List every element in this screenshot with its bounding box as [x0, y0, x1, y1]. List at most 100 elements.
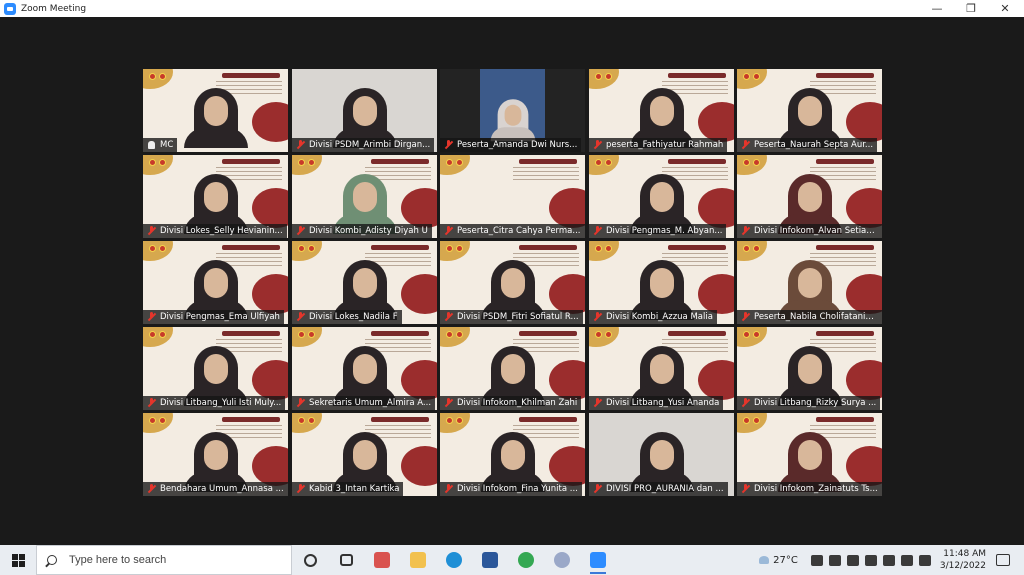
participant-image: [629, 428, 694, 492]
participant-name: MC: [160, 140, 174, 150]
close-button[interactable]: ✕: [988, 0, 1022, 17]
participant-tile[interactable]: Divisi Infokom_Fina Yunita ...: [440, 413, 585, 496]
participant-name: Divisi Lokes_Nadila F: [309, 312, 398, 322]
network-icon[interactable]: [882, 554, 895, 566]
participant-name-label: Divisi Infokom_Khilman Zahi: [440, 396, 582, 410]
weather-temperature: 27°C: [773, 554, 798, 566]
participant-name-label: Divisi Kombi_Adisty Diyah U: [292, 224, 432, 238]
taskbar-search-input[interactable]: [69, 554, 269, 566]
maximize-button[interactable]: ❐: [954, 0, 988, 17]
participant-tile[interactable]: peserta_Fathiyatur Rahmah: [589, 69, 734, 152]
zoom-taskbar-button[interactable]: [580, 545, 616, 575]
r-app-icon: [554, 552, 570, 568]
participant-tile[interactable]: Divisi Pengmas_M. Abyan...: [589, 155, 734, 238]
participant-name: Divisi PSDM_Fitri Sofiatul R...: [457, 312, 579, 322]
gallery-view: MC Divisi PSDM_Arimbi Dirgan... Peserta_Am…: [0, 17, 1024, 545]
system-tray: 27°C 11:48 AM 3/12/2022: [759, 545, 1024, 575]
participant-name: DIVISI PRO_AURANIA dan ...: [606, 484, 724, 494]
participant-tile[interactable]: Peserta_Citra Cahya Perma...: [440, 155, 585, 238]
participant-tile[interactable]: Divisi Infokom_Zainatuts Ts...: [737, 413, 882, 496]
participant-image: [183, 342, 248, 406]
task-view-taskbar-button[interactable]: [328, 545, 364, 575]
search-icon: [47, 555, 57, 565]
participant-image: [332, 84, 397, 148]
participant-tile[interactable]: Divisi Lokes_Selly Hevianin...: [143, 155, 288, 238]
muted-mic-icon: [593, 226, 602, 236]
chrome-taskbar-button[interactable]: [508, 545, 544, 575]
participant-tile[interactable]: Divisi Pengmas_Ema Ulfiyah: [143, 241, 288, 324]
participant-tile[interactable]: Divisi Litbang_Rizky Surya ...: [737, 327, 882, 410]
windows-taskbar: 27°C 11:48 AM 3/12/2022: [0, 545, 1024, 575]
muted-mic-icon: [741, 398, 750, 408]
cortana-taskbar-button[interactable]: [292, 545, 328, 575]
participant-name: Divisi Infokom_Alvan Setiaw...: [754, 226, 881, 236]
muted-mic-icon: [741, 312, 750, 322]
start-button[interactable]: [0, 545, 36, 575]
participant-tile[interactable]: Kabid 3_Intan Kartika: [292, 413, 437, 496]
participant-tile[interactable]: Divisi Litbang_Yuli Isti Muly...: [143, 327, 288, 410]
participant-image: [777, 428, 842, 492]
muted-mic-icon: [147, 484, 156, 494]
r-app-taskbar-button[interactable]: [544, 545, 580, 575]
microphone-tray-icon[interactable]: [846, 554, 859, 566]
participant-tile[interactable]: Peserta_Amanda Dwi Nurs...: [440, 69, 585, 152]
participant-name: peserta_Fathiyatur Rahmah: [606, 140, 724, 150]
file-explorer-taskbar-button[interactable]: [400, 545, 436, 575]
participant-name-label: Divisi Litbang_Rizky Surya ...: [737, 396, 881, 410]
participant-name: Bendahara Umum_Annasa ...: [160, 484, 284, 494]
meet-now-icon[interactable]: [810, 554, 823, 566]
participant-name: Divisi Lokes_Selly Hevianin...: [160, 226, 283, 236]
participant-tile[interactable]: DIVISI PRO_AURANIA dan ...: [589, 413, 734, 496]
participant-tile[interactable]: Divisi Lokes_Nadila F: [292, 241, 437, 324]
windows-logo-icon: [11, 553, 25, 567]
participant-name-label: Divisi Infokom_Zainatuts Ts...: [737, 482, 882, 496]
speaker-icon[interactable]: [918, 554, 931, 566]
participant-name-label: Peserta_Naurah Septa Aur...: [737, 138, 878, 152]
weather-widget[interactable]: 27°C: [759, 555, 798, 566]
participant-name-label: Bendahara Umum_Annasa ...: [143, 482, 288, 496]
participant-tile[interactable]: Divisi Kombi_Azzua Malia: [589, 241, 734, 324]
taskbar-search-box[interactable]: [36, 545, 292, 575]
participant-tile[interactable]: Divisi PSDM_Fitri Sofiatul R...: [440, 241, 585, 324]
participant-tile[interactable]: Bendahara Umum_Annasa ...: [143, 413, 288, 496]
file-explorer-icon: [410, 552, 426, 568]
notification-center-icon[interactable]: [996, 554, 1010, 566]
muted-mic-icon: [741, 226, 750, 236]
participant-tile[interactable]: Divisi PSDM_Arimbi Dirgan...: [292, 69, 437, 152]
participant-tile[interactable]: Peserta_Naurah Septa Aur...: [737, 69, 882, 152]
participant-name: Divisi Litbang_Yuli Isti Muly...: [160, 398, 282, 408]
participant-name-label: Divisi Pengmas_M. Abyan...: [589, 224, 727, 238]
participant-name: Peserta_Amanda Dwi Nurs...: [457, 140, 578, 150]
battery-icon[interactable]: [900, 554, 913, 566]
muted-mic-icon: [147, 398, 156, 408]
participant-tile[interactable]: Divisi Infokom_Khilman Zahi: [440, 327, 585, 410]
participant-name-label: Peserta_Citra Cahya Perma...: [440, 224, 585, 238]
participant-tile[interactable]: Divisi Infokom_Alvan Setiaw...: [737, 155, 882, 238]
participant-name: Divisi Infokom_Zainatuts Ts...: [754, 484, 878, 494]
tray-app-icon[interactable]: [828, 554, 841, 566]
muted-mic-icon: [147, 226, 156, 236]
participant-image: [183, 256, 248, 320]
participant-image: [480, 256, 545, 320]
people-tray-icon[interactable]: [864, 554, 877, 566]
cortana-icon: [303, 553, 317, 567]
participant-name-label: Peserta_Amanda Dwi Nurs...: [440, 138, 582, 152]
participant-tile[interactable]: Sekretaris Umum_Almira A...: [292, 327, 437, 410]
participant-tile[interactable]: Divisi Litbang_Yusi Ananda: [589, 327, 734, 410]
clock-date: 3/12/2022: [939, 561, 986, 571]
muted-mic-icon: [741, 140, 750, 150]
participant-image: [777, 84, 842, 148]
minimize-button[interactable]: —: [920, 0, 954, 17]
participant-tile[interactable]: Divisi Kombi_Adisty Diyah U: [292, 155, 437, 238]
participant-tile[interactable]: Peserta_Nabila Cholifatania...: [737, 241, 882, 324]
taskbar-clock[interactable]: 11:48 AM 3/12/2022: [940, 548, 986, 572]
participant-image: [332, 342, 397, 406]
participant-image: [629, 170, 694, 234]
zoom-app-icon: [4, 2, 16, 15]
word-taskbar-button[interactable]: [472, 545, 508, 575]
muted-mic-icon: [296, 140, 305, 150]
gift-taskbar-button[interactable]: [364, 545, 400, 575]
participant-name: Divisi PSDM_Arimbi Dirgan...: [309, 140, 431, 150]
participant-tile[interactable]: MC: [143, 69, 288, 152]
edge-taskbar-button[interactable]: [436, 545, 472, 575]
